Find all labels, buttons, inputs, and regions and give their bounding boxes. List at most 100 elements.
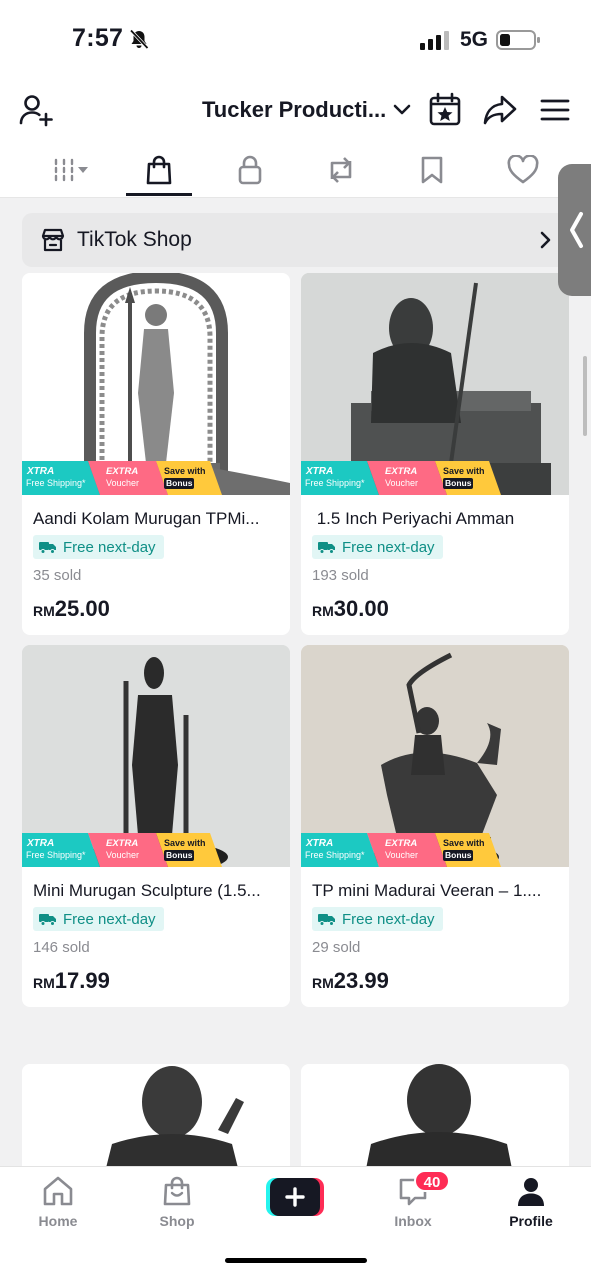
product-price: RM25.00 — [33, 596, 110, 622]
active-tab-indicator — [126, 193, 192, 196]
bonus-sub: Bonus — [164, 850, 195, 861]
nav-profile[interactable]: Profile — [491, 1175, 571, 1229]
product-title: TP mini Madurai Veeran – 1.... — [312, 881, 542, 900]
menu-icon[interactable] — [538, 92, 572, 128]
xtra-title: XTRA — [306, 466, 334, 477]
nav-shop-label: Shop — [159, 1213, 195, 1229]
extra-title: EXTRA — [385, 838, 418, 849]
product-image: XTRA Free Shipping* EXTRA Voucher Save w… — [22, 273, 290, 495]
product-image: XTRA Free Shipping* EXTRA Voucher Save w… — [301, 645, 569, 867]
promo-badges: XTRA Free Shipping* EXTRA Voucher Save w… — [22, 833, 290, 867]
product-price: RM23.99 — [312, 968, 389, 994]
truck-icon — [39, 542, 56, 554]
bonus-title: Save with — [164, 466, 206, 476]
bonus-title: Save with — [164, 838, 206, 848]
product-card[interactable]: XTRA Free Shipping* EXTRA Voucher Save w… — [301, 645, 569, 1007]
profile-icon — [518, 1178, 544, 1206]
truck-icon — [318, 914, 335, 926]
sold-count: 146 sold — [33, 939, 90, 956]
shipping-label: Free next-day — [342, 538, 435, 556]
profile-tabs — [0, 140, 591, 198]
bonus-sub: Bonus — [443, 478, 474, 489]
extra-sub: Voucher — [106, 850, 140, 860]
tab-shop[interactable] — [127, 150, 191, 190]
inbox-badge: 40 — [414, 1170, 450, 1192]
product-image — [22, 1064, 290, 1166]
sold-count: 29 sold — [312, 939, 361, 956]
bonus-title: Save with — [443, 838, 485, 848]
tab-favorites[interactable] — [400, 150, 464, 190]
price-currency: RM — [312, 975, 334, 991]
add-user-icon[interactable] — [18, 92, 54, 128]
home-icon — [43, 1176, 73, 1206]
xtra-sub: Free Shipping* — [305, 850, 365, 860]
tab-private[interactable] — [218, 150, 282, 190]
bell-muted-icon — [129, 29, 149, 50]
nav-profile-label: Profile — [509, 1213, 553, 1229]
promo-badges: XTRA Free Shipping* EXTRA Voucher Save w… — [22, 461, 290, 495]
chevron-right-icon — [540, 231, 551, 249]
bonus-sub: Bonus — [443, 850, 474, 861]
bonus-sub: Bonus — [164, 478, 195, 489]
product-card[interactable]: XTRA Free Shipping* EXTRA Voucher Save w… — [301, 273, 569, 635]
truck-icon — [39, 914, 56, 926]
account-name[interactable]: Tucker Producti... — [202, 97, 386, 123]
profile-header: Tucker Producti... — [0, 80, 591, 140]
extra-title: EXTRA — [385, 466, 418, 477]
grid-icon — [54, 158, 88, 182]
product-card[interactable]: XTRA Free Shipping* EXTRA Voucher Save w… — [22, 273, 290, 635]
side-drawer-handle[interactable] — [558, 164, 591, 296]
shipping-label: Free next-day — [63, 538, 156, 556]
xtra-sub: Free Shipping* — [305, 478, 365, 488]
product-price: RM17.99 — [33, 968, 110, 994]
scrollbar[interactable] — [583, 356, 587, 436]
product-card[interactable] — [22, 1064, 290, 1166]
sold-count: 35 sold — [33, 567, 82, 584]
shipping-badge: Free next-day — [33, 907, 164, 931]
tab-liked[interactable] — [491, 150, 555, 190]
bookmark-icon — [421, 156, 443, 184]
share-icon[interactable] — [482, 92, 518, 128]
create-plus-button[interactable] — [266, 1178, 324, 1216]
chevron-down-icon[interactable] — [392, 100, 412, 120]
extra-title: EXTRA — [106, 466, 139, 477]
bonus-title: Save with — [443, 466, 485, 476]
tiktok-shop-banner[interactable]: TikTok Shop — [22, 213, 568, 267]
shop-banner-label: TikTok Shop — [77, 228, 192, 251]
product-image: XTRA Free Shipping* EXTRA Voucher Save w… — [22, 645, 290, 867]
product-card[interactable] — [301, 1064, 569, 1166]
calendar-star-icon[interactable] — [428, 92, 462, 128]
shipping-badge: Free next-day — [312, 535, 443, 559]
product-title: 1.5 Inch Periyachi Amman — [312, 509, 515, 528]
extra-sub: Voucher — [385, 850, 419, 860]
xtra-sub: Free Shipping* — [26, 478, 86, 488]
nav-home[interactable]: Home — [18, 1175, 98, 1229]
sold-count: 193 sold — [312, 567, 369, 584]
product-price: RM30.00 — [312, 596, 389, 622]
shipping-label: Free next-day — [342, 910, 435, 928]
nav-inbox-label: Inbox — [394, 1213, 432, 1229]
shipping-badge: Free next-day — [312, 907, 443, 931]
xtra-title: XTRA — [27, 466, 55, 477]
price-amount: 17.99 — [54, 968, 110, 993]
extra-title: EXTRA — [106, 838, 139, 849]
repost-icon — [330, 157, 352, 183]
xtra-sub: Free Shipping* — [26, 850, 86, 860]
heart-icon — [507, 155, 539, 184]
shop-content[interactable]: TikTok Shop XTRA Free Shipping* EXTRA Vo… — [0, 198, 591, 1166]
product-title: Mini Murugan Sculpture (1.5... — [33, 881, 261, 900]
product-title: Aandi Kolam Murugan TPMi... — [33, 509, 260, 528]
status-bar: 7:57 5G — [0, 0, 591, 80]
battery-icon — [496, 30, 540, 50]
store-icon — [41, 228, 65, 252]
tab-reposts[interactable] — [309, 150, 373, 190]
tab-videos[interactable] — [36, 150, 100, 190]
product-card[interactable]: XTRA Free Shipping* EXTRA Voucher Save w… — [22, 645, 290, 1007]
home-indicator — [225, 1258, 367, 1263]
shipping-badge: Free next-day — [33, 535, 164, 559]
promo-badges: XTRA Free Shipping* EXTRA Voucher Save w… — [301, 461, 569, 495]
product-image — [301, 1064, 569, 1166]
nav-home-label: Home — [38, 1213, 78, 1229]
extra-sub: Voucher — [106, 478, 140, 488]
nav-shop[interactable]: Shop — [137, 1175, 217, 1229]
